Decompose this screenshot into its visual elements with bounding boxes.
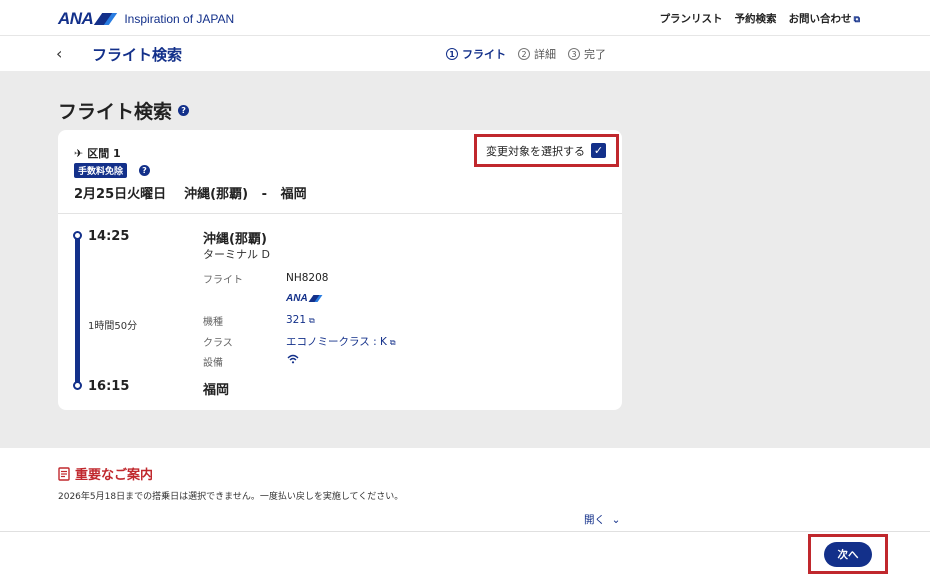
departure-time: 14:25 bbox=[88, 229, 130, 244]
flight-card: ✈ 区間 1 手数料免除 ? 2月25日火曜日 沖縄(那覇) - 福岡 変更対象… bbox=[58, 130, 622, 410]
top-nav: プランリスト 予約検索 お問い合わせ ⧉ bbox=[660, 11, 860, 26]
carrier-logo-text: ANA bbox=[286, 293, 308, 304]
step-number: 3 bbox=[568, 48, 580, 60]
select-change-label: 変更対象を選択する bbox=[486, 144, 585, 158]
help-icon[interactable]: ? bbox=[178, 105, 190, 116]
flight-label: フライト bbox=[203, 275, 243, 286]
class-label: クラス bbox=[203, 338, 233, 349]
notice-title-text: 重要なご案内 bbox=[75, 468, 154, 483]
main-content: フライト検索 ? ✈ 区間 1 手数料免除 ? 2月25日火曜日 沖縄(那覇) … bbox=[0, 71, 930, 448]
page-title-text: フライト検索 bbox=[58, 101, 173, 123]
arrival-city: 福岡 bbox=[203, 383, 230, 398]
segment-date: 2月25日火曜日 bbox=[74, 187, 167, 202]
step-label: 詳細 bbox=[534, 48, 556, 61]
arrival-time: 16:15 bbox=[88, 379, 130, 394]
footer-divider bbox=[0, 531, 930, 532]
segment-label-text: 区間 1 bbox=[87, 147, 121, 160]
route-separator: - bbox=[261, 187, 268, 202]
chevron-down-icon: ⌄ bbox=[608, 514, 621, 526]
select-change-target[interactable]: 変更対象を選択する ✓ bbox=[474, 134, 619, 167]
step-label: 完了 bbox=[584, 48, 606, 61]
flight-timeline bbox=[75, 232, 80, 386]
select-checkbox[interactable]: ✓ bbox=[591, 143, 606, 158]
nav-plan-list[interactable]: プランリスト bbox=[660, 11, 723, 26]
step-label: フライト bbox=[462, 48, 506, 61]
aircraft-link[interactable]: 321 ⧉ bbox=[286, 314, 315, 326]
segment-label: ✈ 区間 1 bbox=[74, 145, 121, 161]
nav-contact-label: お問い合わせ bbox=[788, 13, 852, 25]
route-to: 福岡 bbox=[280, 187, 307, 202]
ana-logo[interactable]: ANA Inspiration of JAPAN bbox=[58, 9, 234, 29]
equipment-label: 設備 bbox=[203, 358, 223, 369]
top-header: ANA Inspiration of JAPAN プランリスト 予約検索 お問い… bbox=[0, 0, 930, 36]
class-value: エコノミークラス : K bbox=[286, 336, 387, 348]
class-link[interactable]: エコノミークラス : K ⧉ bbox=[286, 334, 396, 349]
step-flight: 1 フライト bbox=[446, 46, 506, 62]
airplane-icon: ✈ bbox=[74, 146, 84, 160]
sub-header: ‹ フライト検索 1 フライト 2 詳細 3 完了 bbox=[0, 36, 930, 71]
notice-text: 2026年5月18日までの搭乗日は選択できません。一度払い戻しを実施してください… bbox=[58, 492, 404, 502]
open-label: 開く bbox=[584, 514, 605, 526]
next-button-highlight: 次へ bbox=[808, 534, 888, 574]
wifi-icon bbox=[287, 354, 299, 364]
arrival-dot bbox=[73, 381, 82, 390]
sub-header-title: フライト検索 bbox=[92, 46, 183, 64]
carrier-logo: ANA bbox=[286, 293, 321, 304]
external-link-icon: ⧉ bbox=[853, 15, 860, 25]
chevron-left-icon[interactable]: ‹ bbox=[56, 44, 62, 63]
route-from: 沖縄(那覇) bbox=[184, 187, 249, 202]
step-complete: 3 完了 bbox=[568, 46, 606, 62]
step-number: 2 bbox=[518, 48, 530, 60]
external-link-icon: ⧉ bbox=[389, 338, 396, 347]
aircraft-label: 機種 bbox=[203, 317, 223, 328]
departure-terminal: ターミナル D bbox=[203, 248, 270, 261]
progress-steps: 1 フライト 2 詳細 3 完了 bbox=[446, 46, 606, 62]
flight-number: NH8208 bbox=[286, 272, 329, 284]
page-title: フライト検索 ? bbox=[58, 97, 190, 124]
departure-dot bbox=[73, 231, 82, 240]
step-details: 2 詳細 bbox=[518, 46, 556, 62]
nav-reservation-search[interactable]: 予約検索 bbox=[735, 11, 777, 26]
document-icon bbox=[58, 466, 70, 481]
route-text: 沖縄(那覇) - 福岡 bbox=[184, 183, 306, 202]
flight-duration: 1時間50分 bbox=[88, 321, 138, 332]
nav-contact[interactable]: お問い合わせ ⧉ bbox=[789, 11, 860, 26]
brand-logo-text: ANA bbox=[58, 9, 94, 28]
step-number: 1 bbox=[446, 48, 458, 60]
external-link-icon: ⧉ bbox=[309, 316, 315, 325]
departure-city: 沖縄(那覇) bbox=[203, 232, 267, 247]
card-divider bbox=[58, 213, 622, 214]
notice-open-toggle[interactable]: 開く ⌄ bbox=[584, 512, 620, 527]
important-notice-title: 重要なご案内 bbox=[58, 464, 153, 483]
next-button[interactable]: 次へ bbox=[824, 541, 872, 567]
brand-tagline: Inspiration of JAPAN bbox=[124, 12, 235, 26]
fee-waived-badge: 手数料免除 bbox=[74, 163, 128, 178]
fee-help-icon[interactable]: ? bbox=[139, 165, 150, 176]
aircraft-value: 321 bbox=[286, 314, 307, 326]
segment-route: 2月25日火曜日 沖縄(那覇) - 福岡 bbox=[74, 183, 307, 202]
brand-mark-icon bbox=[94, 13, 116, 25]
carrier-mark-icon bbox=[309, 295, 321, 302]
